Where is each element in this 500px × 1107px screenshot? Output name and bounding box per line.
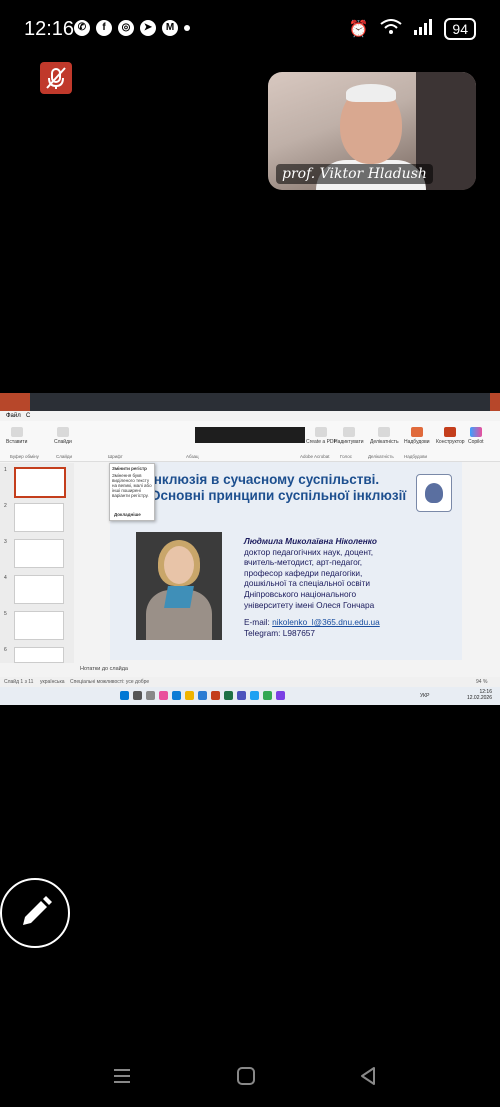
telegram-icon: ➤: [140, 20, 156, 36]
excel-icon[interactable]: [224, 691, 233, 700]
group-acrobat: Adobe Acrobat: [300, 454, 330, 459]
viber-icon[interactable]: [276, 691, 285, 700]
slides-button[interactable]: Слайди: [54, 427, 72, 445]
start-icon[interactable]: [120, 691, 129, 700]
slide-thumbnail[interactable]: [14, 575, 64, 604]
learn-more-link[interactable]: Докладніше: [114, 512, 141, 517]
ribbon: Вставити Слайди Create a PDF Надиктувати…: [0, 421, 500, 462]
teams-icon[interactable]: [237, 691, 246, 700]
slide-thumbnails-pane: 1 2 3 4 5 6: [0, 463, 74, 663]
signal-icon: [414, 18, 433, 40]
shared-screen: Файл С Вставити Слайди Create a PDF Нади…: [0, 393, 500, 705]
alarm-icon: ⏰: [348, 21, 369, 38]
taskbar-apps: [120, 691, 285, 700]
home-button[interactable]: [236, 1066, 256, 1091]
speaker-photo: [136, 532, 222, 640]
designer-button[interactable]: Конструктор: [436, 427, 465, 445]
slide-canvas[interactable]: Інклюзія в сучасному суспільстві. Основн…: [110, 462, 462, 660]
taskbar-clock[interactable]: 12:16 12.02.2026: [467, 689, 492, 701]
more-notifications-dot: [184, 25, 190, 31]
ppt-status-bar: Слайд 1 з 11 українська Спеціальні можли…: [0, 677, 500, 687]
designer-icon: [444, 427, 457, 437]
speaker-bio: Людмила Миколаївна Ніколенко доктор педа…: [244, 536, 444, 610]
search-icon[interactable]: [133, 691, 142, 700]
mic-muted-button[interactable]: [40, 62, 72, 94]
word-icon[interactable]: [198, 691, 207, 700]
group-paragraph: Абзац: [186, 454, 199, 459]
notes-placeholder[interactable]: Нотатки до слайда: [80, 666, 128, 672]
microphone-icon: [342, 427, 355, 437]
pdf-icon: [315, 427, 328, 437]
telegram-icon[interactable]: [250, 691, 259, 700]
input-language[interactable]: УКР: [420, 693, 429, 699]
group-addins: Надбудови: [404, 454, 427, 459]
slide-thumbnail[interactable]: [14, 647, 64, 663]
telegram-handle: Telegram: L987657: [244, 627, 316, 638]
copilot-button[interactable]: Copilot: [468, 427, 484, 445]
wifi-icon: [380, 18, 403, 40]
battery-indicator: 94: [444, 18, 476, 40]
powerpoint-icon[interactable]: [211, 691, 220, 700]
dictate-button[interactable]: Надиктувати: [334, 427, 364, 445]
slide-counter: Слайд 1 з 11: [4, 679, 34, 685]
create-pdf-button[interactable]: Create a PDF: [306, 427, 337, 445]
slide-thumbnail[interactable]: [14, 539, 64, 568]
participant-name-label: prof. Viktor Hladush: [276, 164, 433, 184]
pencil-icon: [23, 896, 52, 925]
sensitivity-icon: [378, 427, 391, 437]
group-voice: Голос: [340, 454, 352, 459]
slide-thumbnail[interactable]: [14, 611, 64, 640]
viber-icon: ✆: [74, 20, 90, 36]
edge-icon[interactable]: [172, 691, 181, 700]
paste-button[interactable]: Вставити: [6, 427, 27, 445]
zoom-level[interactable]: 94 %: [476, 679, 487, 685]
annotate-button[interactable]: [0, 878, 70, 948]
facebook-icon: f: [96, 20, 112, 36]
addins-icon: [410, 427, 423, 437]
explorer-icon[interactable]: [185, 691, 194, 700]
home-icon: [237, 1067, 255, 1085]
university-logo: [416, 474, 452, 512]
participant-video-tile[interactable]: prof. Viktor Hladush: [268, 72, 476, 190]
system-icons: ⏰ 94: [348, 18, 476, 40]
windows-taskbar: УКР 12:16 12.02.2026: [0, 687, 500, 705]
redacted-ribbon-area: [195, 427, 305, 443]
language-indicator[interactable]: українська: [40, 679, 65, 685]
back-button[interactable]: [358, 1066, 378, 1091]
sensitivity-button[interactable]: Делікатність: [370, 427, 399, 445]
back-icon: [361, 1067, 375, 1085]
slide-thumbnail[interactable]: [14, 467, 66, 498]
participant-hair: [346, 84, 396, 102]
status-bar: 12:16 ✆ f ◎ ➤ M ⏰ 94: [0, 0, 500, 58]
notification-icons: ✆ f ◎ ➤ M: [74, 20, 190, 36]
speaker-contacts: E-mail: nikolenko_l@365.dnu.edu.ua Teleg…: [244, 617, 380, 638]
group-sensitivity: Делікатність: [368, 454, 394, 459]
instagram-icon: ◎: [118, 20, 134, 36]
group-font: Шрифт: [108, 454, 123, 459]
gmail-icon: M: [162, 20, 178, 36]
mic-off-icon: [46, 67, 66, 89]
tab-file[interactable]: Файл: [6, 413, 21, 419]
accessibility-status[interactable]: Спеціальні можливості: усе добре: [70, 679, 149, 685]
change-case-tooltip: Змінити регістр Змінення букв виділеного…: [109, 463, 155, 521]
addins-button[interactable]: Надбудови: [404, 427, 430, 445]
tab-next[interactable]: С: [26, 413, 30, 419]
slides-icon: [56, 427, 69, 437]
speaker-name: Людмила Миколаївна Ніколенко: [244, 536, 377, 546]
slide-thumbnail[interactable]: [14, 503, 64, 532]
taskview-icon[interactable]: [146, 691, 155, 700]
clock: 12:16: [24, 18, 75, 40]
copilot-icon: [469, 427, 482, 437]
recent-apps-button[interactable]: [112, 1066, 132, 1091]
paste-icon: [10, 427, 23, 437]
app-icon[interactable]: [159, 691, 168, 700]
ribbon-tabs: Файл С: [0, 411, 500, 421]
android-navigation-bar: [0, 1058, 500, 1098]
slide-title: Інклюзія в сучасному суспільстві. Основн…: [150, 472, 407, 503]
group-slides: Слайди: [56, 454, 73, 459]
recent-apps-icon: [114, 1069, 130, 1083]
group-clipboard: Буфер обміну: [10, 454, 39, 459]
chrome-icon[interactable]: [263, 691, 272, 700]
email-link[interactable]: nikolenko_l@365.dnu.edu.ua: [272, 617, 380, 627]
